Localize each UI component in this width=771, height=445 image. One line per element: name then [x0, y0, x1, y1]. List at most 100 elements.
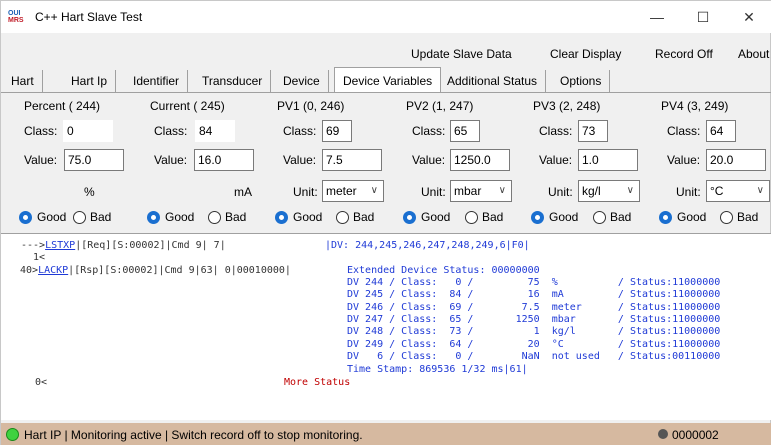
bad-radio[interactable] [208, 211, 221, 224]
group-current: Current ( 245) Class: 84 Value: 16.0 mA … [144, 99, 264, 229]
bad-radio[interactable] [336, 211, 349, 224]
title-bar: OUI MRS C++ Hart Slave Test — ☐ ✕ [1, 1, 771, 33]
good-label: Good [549, 210, 579, 224]
class-label: Class: [539, 124, 573, 138]
good-radio[interactable] [403, 211, 416, 224]
group-pv3: PV3 (2, 248) Class: 73 Value: 1.0 Unit: … [526, 99, 648, 229]
class-label: Class: [283, 124, 317, 138]
close-button[interactable]: ✕ [726, 1, 771, 33]
window-title: C++ Hart Slave Test [35, 10, 143, 24]
log-timestamp: Time Stamp: 869536 1/32 ms|61| [347, 364, 528, 375]
class-field[interactable]: 73 [578, 120, 608, 142]
group-pv4: PV4 (3, 249) Class: 64 Value: 20.0 Unit:… [653, 99, 771, 229]
record-dot-icon [658, 429, 668, 439]
value-field[interactable]: 1250.0 [450, 149, 510, 171]
tab-transducer[interactable]: Transducer [194, 70, 272, 92]
value-label: Value: [154, 153, 188, 167]
good-radio[interactable] [147, 211, 160, 224]
good-radio[interactable] [275, 211, 288, 224]
value-field[interactable]: 20.0 [706, 149, 766, 171]
bad-label: Bad [610, 210, 632, 224]
group-pv1: PV1 (0, 246) Class: 69 Value: 7.5 Unit: … [271, 99, 393, 229]
status-bar: Hart IP | Monitoring active | Switch rec… [1, 423, 771, 445]
group-percent: Percent ( 244) Class: 0 Value: 75.0 % Go… [16, 99, 136, 229]
menu-record-off[interactable]: Record Off [655, 47, 713, 61]
menu-update-slave-data[interactable]: Update Slave Data [411, 47, 512, 61]
tab-options[interactable]: Options [552, 70, 611, 92]
class-field[interactable]: 0 [63, 120, 113, 142]
value-label: Value: [667, 153, 701, 167]
group-title: Percent ( 244) [24, 99, 101, 113]
menu-clear-display[interactable]: Clear Display [550, 47, 621, 61]
chevron-down-icon: ∨ [498, 185, 506, 196]
unit-select[interactable]: °C ∨ [706, 180, 770, 202]
status-text: Hart IP | Monitoring active | Switch rec… [24, 428, 363, 442]
log-row: DV 247 / Class: 65 / 1250 mbar / Status:… [347, 314, 721, 325]
chevron-down-icon: ∨ [370, 185, 378, 196]
maximize-button[interactable]: ☐ [680, 1, 726, 33]
group-title: PV2 (1, 247) [406, 99, 474, 113]
log-line-end: 0< [35, 377, 48, 388]
good-radio[interactable] [19, 211, 32, 224]
unit-select-value: mbar [454, 184, 482, 198]
class-field[interactable]: 65 [450, 120, 480, 142]
tab-additional-status[interactable]: Additional Status [439, 70, 547, 92]
log-row: DV 249 / Class: 64 / 20 °C / Status:1100… [347, 339, 721, 350]
log-link-lstxp[interactable]: LSTXP [45, 240, 75, 251]
tab-device-variables[interactable]: Device Variables [334, 67, 442, 93]
value-field[interactable]: 16.0 [194, 149, 254, 171]
good-label: Good [37, 210, 67, 224]
value-label: Value: [412, 153, 446, 167]
class-field[interactable]: 69 [322, 120, 352, 142]
unit-select[interactable]: kg/l ∨ [578, 180, 640, 202]
app-logo-line1: OUI [8, 10, 21, 17]
bad-radio[interactable] [720, 211, 733, 224]
chevron-down-icon: ∨ [756, 185, 764, 196]
log-more-status: More Status [284, 377, 351, 388]
log-line-response: 40>LACKP|[Rsp][S:00002]|Cmd 9|63| 0|0001… [20, 265, 291, 277]
bad-radio[interactable] [73, 211, 86, 224]
bad-label: Bad [482, 210, 504, 224]
good-radio[interactable] [659, 211, 672, 224]
class-field[interactable]: 84 [195, 120, 235, 142]
log-row: DV 246 / Class: 69 / 7.5 meter / Status:… [347, 302, 721, 313]
unit-select[interactable]: mbar ∨ [450, 180, 512, 202]
value-label: Value: [283, 153, 317, 167]
tab-device[interactable]: Device [275, 70, 329, 92]
unit-select[interactable]: meter ∨ [322, 180, 384, 202]
unit-select-value: kg/l [582, 184, 601, 198]
class-field[interactable]: 64 [706, 120, 736, 142]
log-request-dv: |DV: 244,245,246,247,248,249,6|F0| [325, 240, 530, 251]
value-field[interactable]: 75.0 [64, 149, 124, 171]
bad-label: Bad [737, 210, 759, 224]
class-label: Class: [24, 124, 58, 138]
good-label: Good [165, 210, 195, 224]
bad-radio[interactable] [465, 211, 478, 224]
app-window: OUI MRS C++ Hart Slave Test — ☐ ✕ Update … [0, 0, 771, 445]
group-title: PV3 (2, 248) [533, 99, 601, 113]
good-radio[interactable] [531, 211, 544, 224]
log-line-count: 1< [21, 252, 46, 263]
log-display[interactable]: --->LSTXP|[Req][S:00002]|Cmd 9| 7| |DV: … [1, 233, 771, 420]
chevron-down-icon: ∨ [626, 185, 634, 196]
value-label: Value: [24, 153, 58, 167]
menu-about[interactable]: About [738, 47, 769, 61]
log-row: DV 245 / Class: 84 / 16 mA / Status:1100… [347, 289, 721, 300]
tab-identifier[interactable]: Identifier [125, 70, 189, 92]
value-field[interactable]: 1.0 [578, 149, 638, 171]
tab-hart[interactable]: Hart [3, 70, 43, 92]
group-title: Current ( 245) [150, 99, 225, 113]
log-line-request: --->LSTXP|[Req][S:00002]|Cmd 9| 7| [21, 240, 226, 252]
good-label: Good [421, 210, 451, 224]
tab-hart-ip[interactable]: Hart Ip [63, 70, 117, 92]
bad-radio[interactable] [593, 211, 606, 224]
unit-label: Unit: [421, 185, 446, 199]
bad-label: Bad [90, 210, 112, 224]
minimize-button[interactable]: — [634, 1, 680, 33]
class-label: Class: [667, 124, 701, 138]
app-logo-icon: OUI MRS [8, 10, 28, 24]
log-row: DV 248 / Class: 73 / 1 kg/l / Status:110… [347, 326, 721, 337]
log-link-lackp[interactable]: LACKP [38, 265, 68, 276]
log-request-text: |[Req][S:00002]|Cmd 9| 7| [75, 240, 226, 251]
value-field[interactable]: 7.5 [322, 149, 382, 171]
